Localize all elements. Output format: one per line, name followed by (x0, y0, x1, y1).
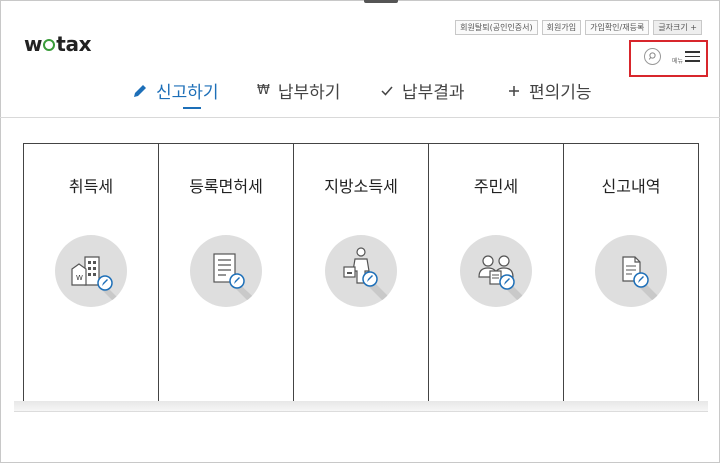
font-size-button[interactable]: 글자크기 + (653, 20, 702, 35)
building-icon: W (55, 235, 127, 307)
card-title: 주민세 (473, 177, 519, 196)
active-tab-indicator (183, 107, 201, 109)
card-registration-tax[interactable]: 등록면허세 (159, 144, 294, 401)
card-local-income-tax[interactable]: 지방소득세 (294, 144, 429, 401)
document-icon (190, 235, 262, 307)
card-title: 등록면허세 (189, 177, 263, 196)
search-icon[interactable] (644, 48, 661, 65)
plus-icon (509, 85, 519, 96)
tax-card-grid: 취득세 W 등록면허세 지방소득세 주민세 신고내역 (23, 143, 699, 401)
nav-item-label: 납부결과 (402, 83, 465, 103)
main-nav: 신고하기 ₩ 납부하기 납부결과 편의기능 (0, 78, 720, 110)
card-acquisition-tax[interactable]: 취득세 W (24, 144, 159, 401)
card-title: 취득세 (68, 177, 114, 196)
card-title: 신고내역 (601, 177, 661, 196)
utility-bar: 회원탈퇴(공인인증서) 회원가입 가입확인/재등록 글자크기 + (455, 20, 702, 35)
svg-text:W: W (76, 274, 83, 282)
file-icon (595, 235, 667, 307)
nav-item-label: 편의기능 (529, 83, 592, 103)
nav-item-label: 납부하기 (277, 83, 341, 103)
signup-button[interactable]: 회원가입 (541, 20, 582, 35)
nav-item-result[interactable]: 납부결과 (380, 78, 465, 103)
nav-divider (0, 117, 720, 118)
withdraw-button[interactable]: 회원탈퇴(공인인증서) (455, 20, 538, 35)
hamburger-menu-icon[interactable] (685, 51, 700, 63)
pencil-icon (134, 84, 146, 97)
people-icon (460, 235, 532, 307)
nav-item-convenience[interactable]: 편의기능 (507, 78, 592, 103)
worker-icon (325, 235, 397, 307)
card-filing-history[interactable]: 신고내역 (564, 144, 698, 401)
verify-register-button[interactable]: 가입확인/재등록 (585, 20, 650, 35)
nav-item-report[interactable]: 신고하기 (132, 78, 219, 103)
card-resident-tax[interactable]: 주민세 (429, 144, 564, 401)
bottom-band (14, 401, 708, 411)
wetax-logo[interactable]: w tax (24, 32, 92, 56)
nav-item-pay[interactable]: ₩ 납부하기 (257, 78, 340, 103)
nav-item-label: 신고하기 (156, 83, 219, 103)
check-icon (381, 86, 393, 96)
bottom-line (14, 411, 708, 412)
card-title: 지방소득세 (324, 177, 398, 196)
won-icon: ₩ (257, 83, 270, 98)
menu-label: 메뉴 (672, 58, 684, 65)
top-notch (364, 0, 398, 3)
